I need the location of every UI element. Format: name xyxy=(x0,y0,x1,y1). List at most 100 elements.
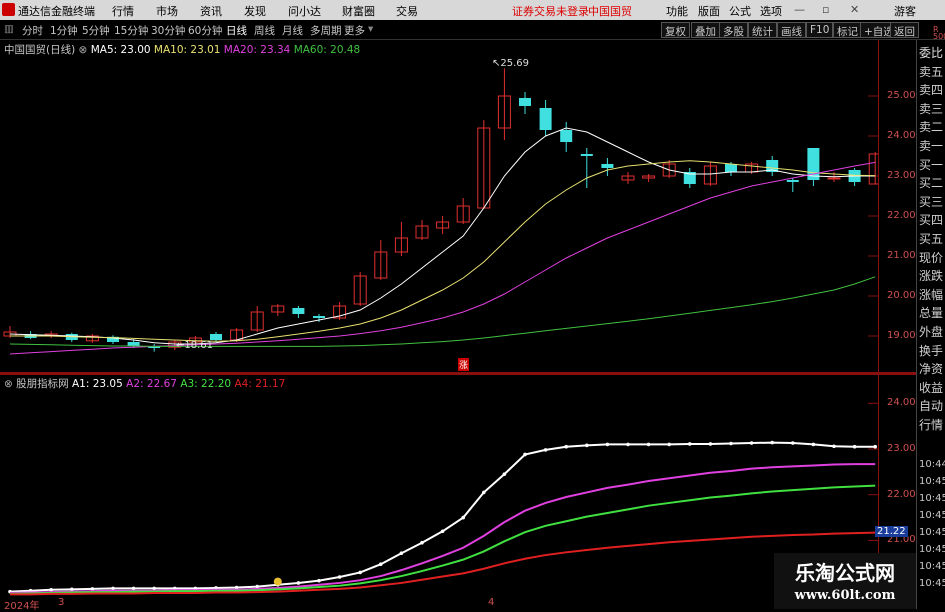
menu-banmian[interactable]: 版面 xyxy=(698,3,720,19)
menu-xuanxiang[interactable]: 选项 xyxy=(760,3,782,19)
period-more[interactable]: 更多 xyxy=(344,23,365,38)
side-label[interactable]: 收益 xyxy=(919,381,943,395)
side-label[interactable]: 外盘 xyxy=(919,325,943,339)
candle-body xyxy=(560,130,573,142)
stock-name-top: 中国国贸 xyxy=(588,5,632,18)
ma5-label: MA5: 23.00 xyxy=(90,44,151,56)
side-label[interactable]: 涨幅 xyxy=(919,288,943,302)
period-weekly[interactable]: 周线 xyxy=(254,23,275,38)
side-time: 10:45 xyxy=(919,476,945,487)
menu-jiaoyi[interactable]: 交易 xyxy=(396,3,418,19)
indicator-point xyxy=(832,444,836,449)
side-label[interactable]: 净资 xyxy=(919,362,943,376)
price-tick: 22.00 xyxy=(887,210,916,221)
chevron-down-icon[interactable]: ▾ xyxy=(368,23,373,35)
side-r-marker: R500 xyxy=(933,26,945,41)
period-multi[interactable]: 多周期 xyxy=(310,23,342,38)
side-label[interactable]: 总量 xyxy=(919,306,943,320)
minimize-icon[interactable]: — xyxy=(794,3,805,16)
side-label[interactable]: 涨跌 xyxy=(919,269,943,283)
side-label[interactable]: 买四 xyxy=(919,213,943,227)
period-fenshi[interactable]: 分时 xyxy=(22,23,43,38)
period-30min[interactable]: 30分钟 xyxy=(151,23,185,38)
indicator-tick: 24.00 xyxy=(887,397,916,409)
menu-zixun[interactable]: 资讯 xyxy=(200,3,222,19)
candle-body xyxy=(827,177,841,180)
candle-body xyxy=(519,98,531,106)
side-label[interactable]: 自动 xyxy=(919,399,943,413)
indicator-current-value: 21.22 xyxy=(875,525,908,537)
side-time: 10:45 xyxy=(919,510,945,521)
period-5min[interactable]: 5分钟 xyxy=(82,23,110,38)
btn-tongji[interactable]: 统计 xyxy=(748,22,777,38)
menu-gongshi[interactable]: 公式 xyxy=(729,3,751,19)
indicator-pane[interactable]: ⊗ 股朋指标网 A1: 23.05 A2: 22.67 A3: 22.20 A4… xyxy=(0,375,878,597)
indicator-point xyxy=(729,441,733,446)
login-warning[interactable]: 证券交易未登录 xyxy=(512,3,589,19)
watermark: 乐淘公式网 www.60lt.com xyxy=(774,553,916,609)
app-logo-icon xyxy=(2,3,15,16)
side-label[interactable]: 卖五 xyxy=(919,65,943,79)
candle-body xyxy=(786,180,799,182)
period-15min[interactable]: 15分钟 xyxy=(114,23,148,38)
period-daily[interactable]: 日线 xyxy=(226,23,247,38)
a4-label: A4: 21.17 xyxy=(234,378,286,390)
side-label[interactable]: 卖二 xyxy=(919,120,943,134)
period-60min[interactable]: 60分钟 xyxy=(188,23,222,38)
indicator-point xyxy=(873,444,877,449)
side-label[interactable]: 行情 xyxy=(919,418,943,432)
side-label[interactable]: 买五 xyxy=(919,232,943,246)
indicator-point xyxy=(399,551,404,556)
menu-wenxiaoda[interactable]: 问小达 xyxy=(288,3,321,19)
side-label[interactable]: 委比 xyxy=(919,46,943,60)
settings-icon[interactable]: ⊗ xyxy=(79,44,88,56)
quote-side-panel[interactable]: 委比卖五卖四卖三卖二卖一买一买二买三买四买五现价涨跌涨幅总量外盘换手净资收益自动… xyxy=(916,26,945,609)
ma10-label: MA10: 23.01 xyxy=(153,44,221,56)
indicator-point xyxy=(420,540,424,545)
btn-duogu[interactable]: 多股 xyxy=(719,22,748,38)
low-value: 18.61 xyxy=(184,340,214,351)
btn-huaxian[interactable]: 画线 xyxy=(777,22,806,38)
side-label[interactable]: 买三 xyxy=(919,195,943,209)
menu-faxian[interactable]: 发现 xyxy=(244,3,266,19)
indicator-line-a3 xyxy=(9,484,876,595)
side-label[interactable]: 买一 xyxy=(919,158,943,172)
guest-label[interactable]: 游客 xyxy=(894,3,916,19)
btn-f10[interactable]: F10 xyxy=(806,22,834,38)
menu-gongneng[interactable]: 功能 xyxy=(666,3,688,19)
indicator-point xyxy=(626,442,630,447)
indicator-settings-icon[interactable]: ⊗ xyxy=(4,378,13,390)
side-label[interactable]: 卖一 xyxy=(919,139,943,153)
a2-label: A2: 22.67 xyxy=(126,378,177,390)
indicator-point xyxy=(358,570,363,575)
side-label[interactable]: 卖三 xyxy=(919,102,943,116)
indicator-chart[interactable] xyxy=(0,375,878,597)
main-chart-pane[interactable]: 中国国贸(日线) ⊗ MA5: 23.00 MA10: 23.01 MA20: … xyxy=(0,40,878,372)
side-time: 10:45 xyxy=(919,527,945,538)
close-icon[interactable]: ✕ xyxy=(850,3,859,16)
indicator-point xyxy=(852,444,857,449)
candle-body xyxy=(868,153,878,185)
period-monthly[interactable]: 月线 xyxy=(282,23,303,38)
menu-caifuquan[interactable]: 财富圈 xyxy=(342,3,375,19)
side-label[interactable]: 换手 xyxy=(919,344,943,358)
indicator-point xyxy=(523,452,527,457)
restore-icon[interactable]: ▫ xyxy=(822,3,829,16)
btn-diejia[interactable]: 叠加 xyxy=(691,22,720,38)
btn-biaoji[interactable]: 标记 xyxy=(833,22,862,38)
indicator-point xyxy=(131,586,136,591)
side-label[interactable]: 现价 xyxy=(919,251,943,265)
side-label[interactable]: 卖四 xyxy=(919,83,943,97)
grid-icon[interactable]: ▥ xyxy=(4,23,14,35)
btn-fanhui[interactable]: 返回 xyxy=(890,22,919,38)
candlestick-chart[interactable] xyxy=(0,40,878,372)
side-time: 10:45 xyxy=(919,493,945,504)
indicator-point xyxy=(564,444,568,449)
date-axis: 2024年 3 4 xyxy=(0,597,878,612)
app-title: 通达信金融终端 xyxy=(18,5,95,18)
menu-hangqing[interactable]: 行情 xyxy=(112,3,134,19)
side-label[interactable]: 买二 xyxy=(919,176,943,190)
menu-shichang[interactable]: 市场 xyxy=(156,3,178,19)
btn-fuquan[interactable]: 复权 xyxy=(661,22,690,38)
period-1min[interactable]: 1分钟 xyxy=(50,23,78,38)
